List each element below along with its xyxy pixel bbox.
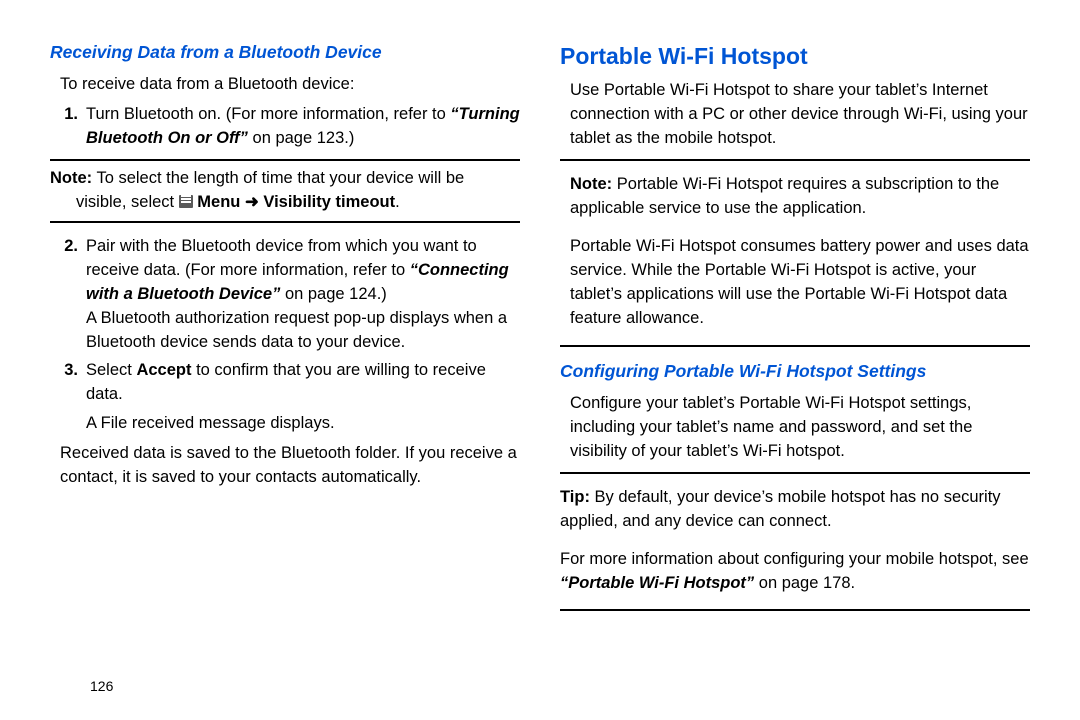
section-heading: Portable Wi-Fi Hotspot <box>560 40 1030 73</box>
step-number: 3. <box>60 359 86 437</box>
steps-list-cont: 2. Pair with the Bluetooth device from w… <box>60 235 520 436</box>
accept-label: Accept <box>136 361 191 379</box>
step-text: on page 123.) <box>248 129 354 147</box>
menu-label: Menu <box>193 193 245 211</box>
cross-reference: “Portable Wi-Fi Hotspot” <box>560 574 754 592</box>
left-subheading: Receiving Data from a Bluetooth Device <box>50 40 520 65</box>
step-text: A File received message displays. <box>86 412 335 436</box>
step-text: A Bluetooth authorization request pop-up… <box>86 309 507 351</box>
step-number: 2. <box>60 235 86 355</box>
left-column: Receiving Data from a Bluetooth Device T… <box>50 40 520 623</box>
note-box: Note: Portable Wi-Fi Hotspot requires a … <box>560 159 1030 347</box>
tip-text: By default, your device’s mobile hotspot… <box>560 488 1001 530</box>
step-3: 3. Select Accept to confirm that you are… <box>60 359 520 437</box>
tip-text: on page 178. <box>754 574 855 592</box>
step-2: 2. Pair with the Bluetooth device from w… <box>60 235 520 355</box>
note-label: Note: <box>570 175 612 193</box>
note-paragraph-2: Portable Wi-Fi Hotspot consumes battery … <box>570 235 1030 331</box>
step-1: 1. Turn Bluetooth on. (For more informat… <box>60 103 520 151</box>
note-paragraph: Note: To select the length of time that … <box>50 167 520 215</box>
note-label: Note: <box>50 169 92 187</box>
menu-icon <box>179 195 193 208</box>
step-body: Select Accept to confirm that you are wi… <box>86 359 520 437</box>
two-column-layout: Receiving Data from a Bluetooth Device T… <box>50 40 1030 623</box>
step-text: Select <box>86 361 136 379</box>
note-paragraph: Note: Portable Wi-Fi Hotspot requires a … <box>570 173 1030 221</box>
tip-paragraph: Tip: By default, your device’s mobile ho… <box>560 486 1030 534</box>
step-number: 1. <box>60 103 86 151</box>
tip-label: Tip: <box>560 488 590 506</box>
tail-paragraph: Received data is saved to the Bluetooth … <box>60 442 520 490</box>
note-line-2: visible, select Menu ➜ Visibility timeou… <box>50 191 520 215</box>
step-text: on page 124.) <box>280 285 386 303</box>
right-column: Portable Wi-Fi Hotspot Use Portable Wi-F… <box>560 40 1030 623</box>
note-text: visible, select <box>76 193 179 211</box>
right-intro: Use Portable Wi-Fi Hotspot to share your… <box>570 79 1030 151</box>
tip-box: Tip: By default, your device’s mobile ho… <box>560 472 1030 612</box>
visibility-label: Visibility timeout <box>259 193 395 211</box>
note-box: Note: To select the length of time that … <box>50 159 520 223</box>
left-intro: To receive data from a Bluetooth device: <box>60 73 520 97</box>
steps-list: 1. Turn Bluetooth on. (For more informat… <box>60 103 520 151</box>
step-body: Turn Bluetooth on. (For more information… <box>86 103 520 151</box>
conf-intro: Configure your tablet’s Portable Wi-Fi H… <box>570 392 1030 464</box>
step-body: Pair with the Bluetooth device from whic… <box>86 235 520 355</box>
page-number: 126 <box>90 676 113 696</box>
step-text: Turn Bluetooth on. (For more information… <box>86 105 450 123</box>
tip-paragraph-2: For more information about configuring y… <box>560 548 1030 596</box>
note-text: Portable Wi-Fi Hotspot requires a subscr… <box>570 175 999 217</box>
right-subheading: Configuring Portable Wi-Fi Hotspot Setti… <box>560 359 1030 384</box>
arrow-icon: ➜ <box>245 193 259 211</box>
tip-text: For more information about configuring y… <box>560 550 1029 568</box>
note-text: To select the length of time that your d… <box>92 169 464 187</box>
note-text: . <box>395 193 400 211</box>
